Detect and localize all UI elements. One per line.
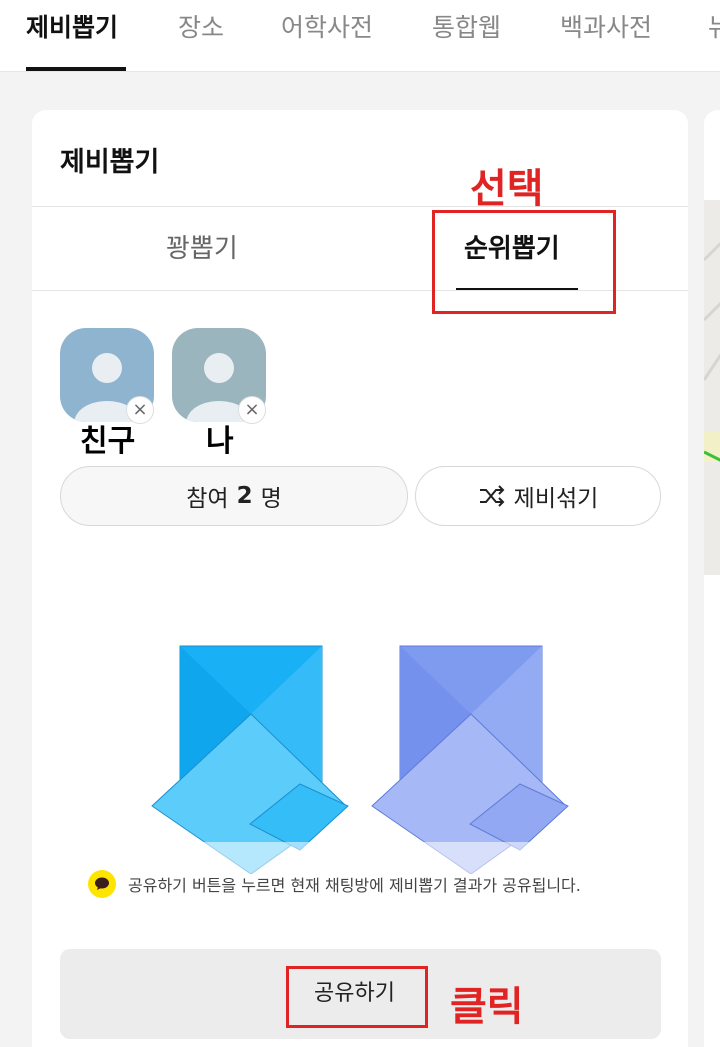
click-annotation-box: [286, 966, 428, 1028]
tab-place[interactable]: 장소: [178, 8, 224, 44]
top-tab-bar: 제비뽑기 장소 어학사전 통합웹 백과사전 뉴: [0, 0, 720, 72]
shuffle-icon: [479, 485, 505, 507]
participant-count-number: 2: [236, 483, 253, 509]
kakao-chat-icon: [88, 870, 116, 898]
tab-encyclopedia[interactable]: 백과사전: [560, 8, 652, 44]
tab-news[interactable]: 뉴: [708, 8, 720, 44]
select-annotation-box: [432, 210, 616, 314]
divider: [32, 206, 688, 207]
lottery-ticket[interactable]: [150, 644, 350, 878]
remove-participant-button[interactable]: ×: [238, 396, 266, 424]
card-title: 제비뽑기: [60, 147, 160, 178]
map-thumbnail: [702, 200, 720, 575]
tab-dictionary[interactable]: 어학사전: [281, 8, 373, 44]
participant-name: 친구: [80, 424, 136, 459]
share-notice: 공유하기 버튼을 누르면 현재 채팅방에 제비뽑기 결과가 공유됩니다.: [88, 870, 581, 898]
participant-count-suffix: 명: [260, 486, 282, 512]
shuffle-label: 제비섞기: [513, 486, 599, 512]
subtab-blank-draw[interactable]: 꽝뽑기: [166, 228, 238, 265]
shuffle-button[interactable]: 제비섞기: [415, 466, 661, 526]
select-annotation-label: 선택: [470, 166, 544, 212]
tab-integrated-web[interactable]: 통합웹: [432, 8, 501, 44]
active-tab-indicator: [26, 67, 126, 71]
notice-text: 공유하기 버튼을 누르면 현재 채팅방에 제비뽑기 결과가 공유됩니다.: [128, 876, 581, 895]
lottery-ticket[interactable]: [370, 644, 570, 878]
participant-count-prefix: 참여: [186, 486, 229, 512]
participant-count-button[interactable]: 참여 2명: [60, 466, 408, 526]
click-annotation-label: 클릭: [450, 984, 524, 1030]
tab-lottery[interactable]: 제비뽑기: [26, 8, 118, 44]
participant-name: 나: [206, 424, 234, 459]
